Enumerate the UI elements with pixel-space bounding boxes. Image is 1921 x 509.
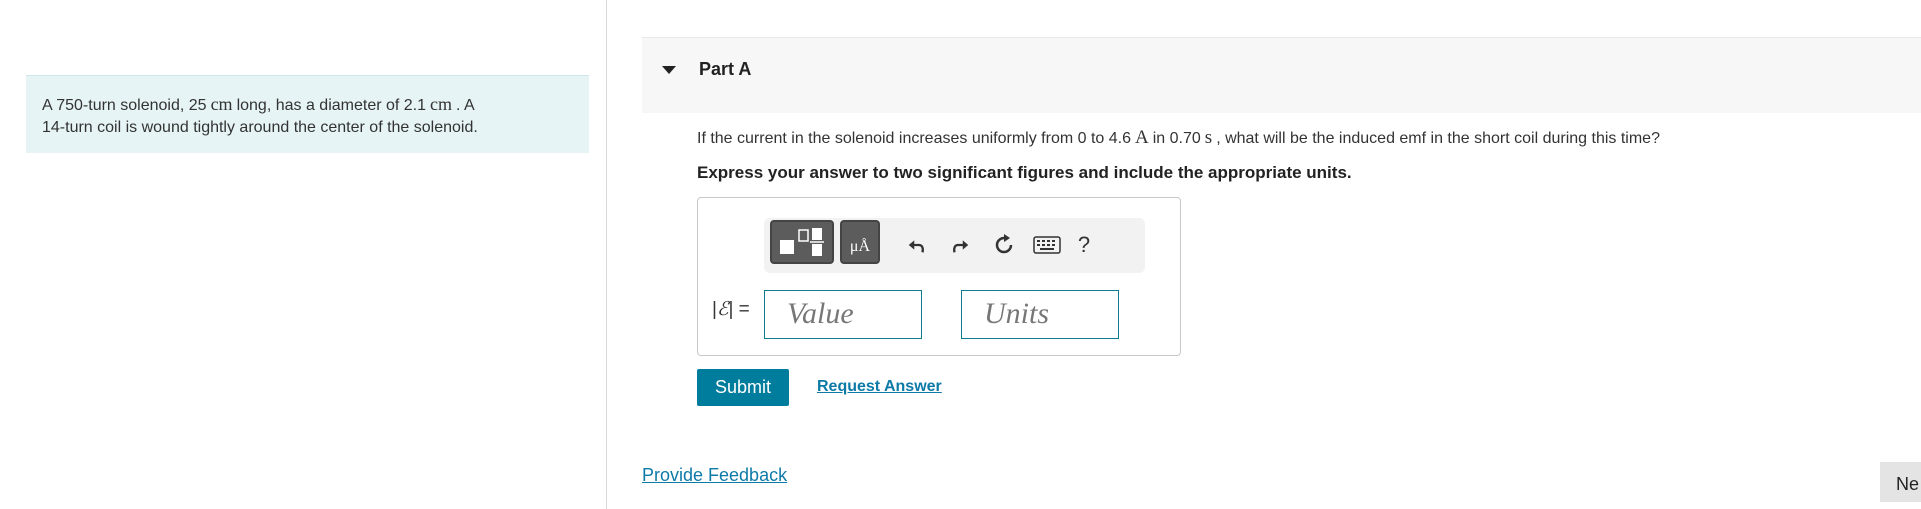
units-button[interactable]: μÅ (840, 220, 880, 264)
collapse-caret-icon[interactable] (662, 66, 676, 74)
emf-label: |ℰ| = (712, 299, 750, 320)
math-toolbar: μÅ ? (764, 218, 1145, 273)
part-title: Part A (699, 59, 752, 79)
reset-icon[interactable] (989, 230, 1019, 260)
value-input[interactable]: Value (764, 290, 922, 339)
problem-text: long, has a diameter of 2.1 (236, 97, 427, 114)
question-unit: s (1204, 127, 1213, 148)
answer-instruction: Express your answer to two significant f… (697, 163, 1352, 182)
next-button[interactable]: Ne (1880, 462, 1921, 502)
units-icon: μÅ (849, 238, 871, 255)
problem-text: 14-turn coil is wound tightly around the… (42, 119, 478, 136)
answer-panel: μÅ ? |ℰ| = Value Units (697, 197, 1181, 356)
help-icon[interactable]: ? (1069, 230, 1099, 260)
templates-button[interactable] (770, 220, 834, 264)
undo-icon[interactable] (902, 230, 932, 260)
keyboard-icon[interactable] (1032, 230, 1062, 260)
problem-unit: cm (210, 94, 233, 114)
problem-text: . A (456, 97, 475, 114)
part-a-header[interactable]: Part A (642, 37, 1921, 113)
submit-button[interactable]: Submit (697, 369, 789, 406)
provide-feedback-link[interactable]: Provide Feedback (642, 465, 787, 486)
redo-icon[interactable] (945, 230, 975, 260)
column-divider (606, 0, 607, 509)
units-input[interactable]: Units (961, 290, 1119, 339)
problem-text: A 750-turn solenoid, 25 (42, 97, 207, 114)
problem-statement: A 750-turn solenoid, 25 cm long, has a dia… (26, 75, 589, 153)
question-text: If the current in the solenoid increases… (697, 127, 1660, 148)
templates-icon (780, 228, 824, 256)
question-unit: A (1135, 127, 1149, 148)
problem-unit: cm (430, 94, 453, 114)
request-answer-link[interactable]: Request Answer (817, 378, 942, 396)
